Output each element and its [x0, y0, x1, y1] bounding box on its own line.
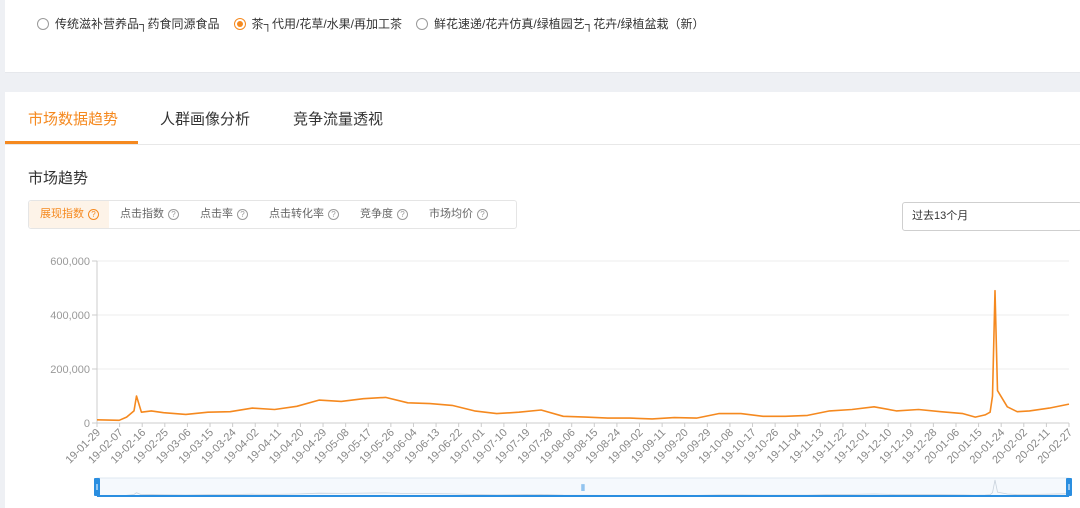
x-axis: 19-01-2919-02-0719-02-1619-02-2519-03-06… — [63, 423, 1075, 466]
y-tick-label: 0 — [84, 418, 90, 430]
series-line — [96, 289, 1070, 422]
trend-chart: 0 200,000 400,000 600,000 19-01-2919-02-071… — [50, 256, 1075, 497]
y-axis: 0 200,000 400,000 600,000 — [50, 256, 98, 430]
data-zoom-slider[interactable]: ⦀ — [94, 477, 1072, 497]
y-tick-label: 200,000 — [50, 364, 90, 376]
y-tick-label: 400,000 — [50, 310, 90, 322]
slider-grip-icon[interactable]: ⦀ — [581, 484, 585, 494]
grid-layer — [97, 260, 1069, 424]
y-tick-label: 600,000 — [50, 256, 90, 268]
